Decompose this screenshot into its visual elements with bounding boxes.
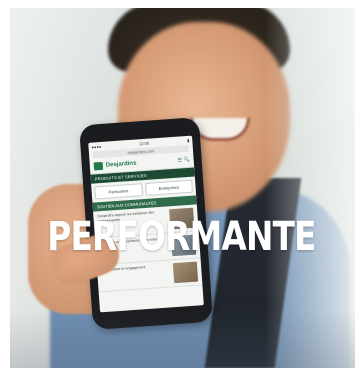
hero-photo: ●●●● 12:00 ▮ desjardins.com Desjardins ☰ 🔍… (10, 8, 355, 368)
photo-bottom-shade (10, 308, 355, 368)
desjardins-logo-icon (93, 161, 104, 171)
headline-text: PERFORMANTE (47, 214, 316, 260)
phone-button-particuliers: Particuliers (94, 183, 143, 200)
menu-search-icons: ☰ 🔍 (177, 156, 190, 164)
phone-card-image (172, 261, 199, 284)
banner-frame: ●●●● 12:00 ▮ desjardins.com Desjardins ☰ 🔍… (0, 0, 363, 373)
phone-button-entreprises: Entreprises (144, 179, 193, 196)
phone-brand-name: Desjardins (105, 160, 137, 169)
